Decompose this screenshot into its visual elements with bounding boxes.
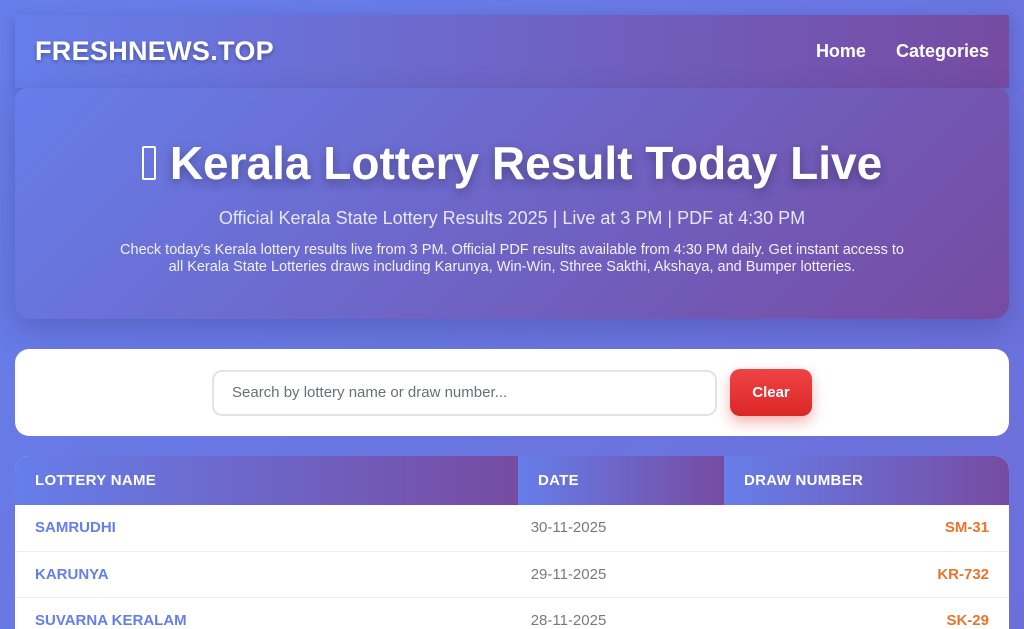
site-logo[interactable]: FRESHNEWS.TOP — [35, 36, 274, 67]
page-title-text: Kerala Lottery Result Today Live — [169, 137, 883, 189]
lottery-name-cell[interactable]: SAMRUDHI — [15, 505, 518, 552]
table-header-row: LOTTERY NAME DATE DRAW NUMBER — [15, 456, 1009, 505]
table-row[interactable]: KARUNYA 29-11-2025 KR-732 — [15, 551, 1009, 598]
main-nav: Home Categories — [816, 41, 989, 62]
page: FRESHNEWS.TOP Home Categories Kerala Lot… — [0, 0, 1024, 629]
hero-description: Check today's Kerala lottery results liv… — [120, 242, 904, 275]
box-placeholder-icon — [141, 146, 156, 180]
results-table: LOTTERY NAME DATE DRAW NUMBER SAMRUDHI 3… — [15, 456, 1009, 629]
column-header-draw-number[interactable]: DRAW NUMBER — [724, 456, 1009, 505]
nav-home-link[interactable]: Home — [816, 41, 866, 62]
lottery-name-cell[interactable]: SUVARNA KERALAM — [15, 597, 518, 629]
search-panel: Clear — [15, 349, 1009, 436]
site-header: FRESHNEWS.TOP Home Categories — [15, 15, 1009, 88]
hero-banner: Kerala Lottery Result Today Live Officia… — [15, 88, 1009, 319]
table-row[interactable]: SAMRUDHI 30-11-2025 SM-31 — [15, 505, 1009, 552]
draw-number-cell[interactable]: KR-732 — [724, 551, 1009, 598]
draw-number-cell[interactable]: SM-31 — [724, 505, 1009, 552]
search-input[interactable] — [212, 369, 717, 416]
hero-subtitle: Official Kerala State Lottery Results 20… — [218, 208, 806, 228]
date-cell: 28-11-2025 — [518, 597, 724, 629]
page-title: Kerala Lottery Result Today Live — [15, 140, 1009, 186]
results-table-card: LOTTERY NAME DATE DRAW NUMBER SAMRUDHI 3… — [15, 456, 1009, 629]
table-row[interactable]: SUVARNA KERALAM 28-11-2025 SK-29 — [15, 597, 1009, 629]
nav-categories-link[interactable]: Categories — [896, 41, 989, 62]
draw-number-cell[interactable]: SK-29 — [724, 597, 1009, 629]
clear-button[interactable]: Clear — [730, 369, 812, 416]
date-cell: 29-11-2025 — [518, 551, 724, 598]
date-cell: 30-11-2025 — [518, 505, 724, 552]
column-header-lottery-name[interactable]: LOTTERY NAME — [15, 456, 518, 505]
column-header-date[interactable]: DATE — [518, 456, 724, 505]
lottery-name-cell[interactable]: KARUNYA — [15, 551, 518, 598]
